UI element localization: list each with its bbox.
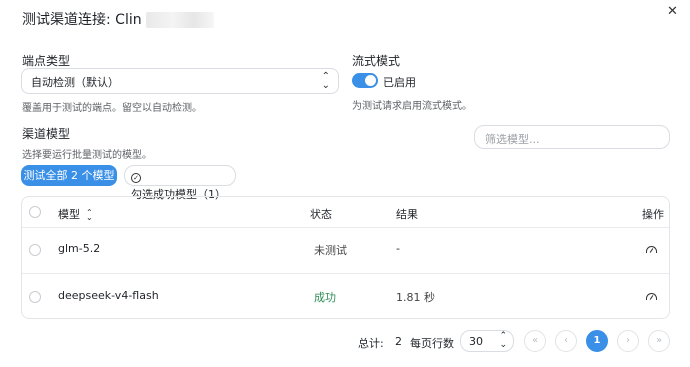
result-value: 1.81 秒: [396, 291, 435, 304]
model-name: deepseek-v4-flash: [58, 289, 159, 302]
endpoint-type-value: 自动检测（默认）: [31, 76, 119, 89]
table-row: deepseek-v4-flash 成功 1.81 秒: [22, 274, 669, 318]
select-chevron-icon: ⌃ ⌄: [321, 71, 330, 91]
rows-per-page-select[interactable]: 30 ⌃ ⌄: [460, 330, 514, 352]
column-header-result: 结果: [396, 208, 418, 221]
last-page-button[interactable]: »: [648, 330, 670, 352]
speed-test-icon[interactable]: [646, 246, 657, 253]
rows-per-page-label: 每页行数: [410, 337, 454, 350]
total-count: 2: [395, 335, 402, 348]
first-page-button[interactable]: «: [524, 330, 546, 352]
endpoint-type-label: 端点类型: [22, 54, 71, 68]
column-header-status: 状态: [310, 208, 332, 221]
next-page-button[interactable]: ›: [617, 330, 639, 352]
select-successful-models-button[interactable]: ✓勾选成功模型（1）: [124, 165, 236, 201]
dialog-title: 测试渠道连接: Clin: [22, 9, 214, 29]
stream-mode-toggle[interactable]: [352, 73, 378, 88]
row-select-checkbox[interactable]: [29, 244, 41, 256]
row-select-checkbox[interactable]: [29, 291, 41, 303]
model-name: glm-5.2: [58, 242, 101, 255]
status-badge: 成功: [314, 291, 336, 304]
prev-page-button[interactable]: ‹: [555, 330, 577, 352]
rows-per-page-value: 30: [469, 335, 483, 348]
models-table: 模型 ⌃ ⌄ 状态 结果 操作 glm-5.2 未测试 - deepseek-v4-…: [21, 196, 670, 319]
column-header-actions: 操作: [642, 208, 664, 221]
total-label: 总计:: [358, 337, 384, 350]
stream-mode-label: 流式模式: [352, 54, 401, 68]
test-all-models-button[interactable]: 测试全部 2 个模型: [21, 165, 117, 186]
sort-icon: ⌃ ⌄: [86, 208, 93, 222]
close-icon[interactable]: ✕: [667, 4, 678, 19]
channel-models-hint: 选择要运行批量测试的模型。: [22, 150, 152, 161]
page-number-button[interactable]: 1: [586, 330, 608, 352]
stream-mode-toggle-label: 已启用: [383, 76, 416, 89]
toggle-knob: [365, 75, 376, 86]
select-all-checkbox[interactable]: [29, 206, 41, 218]
filter-models-input[interactable]: 筛选模型...: [474, 125, 670, 149]
table-row: glm-5.2 未测试 -: [22, 227, 669, 274]
column-header-model-label: 模型: [58, 208, 80, 221]
status-badge: 未测试: [314, 244, 347, 257]
channel-models-label: 渠道模型: [22, 127, 71, 141]
endpoint-type-select[interactable]: 自动检测（默认） ⌃ ⌄: [21, 68, 339, 94]
stream-mode-hint: 为测试请求启用流式模式。: [352, 101, 472, 112]
column-header-model[interactable]: 模型 ⌃ ⌄: [58, 206, 93, 222]
table-header-row: 模型 ⌃ ⌄ 状态 结果 操作: [22, 197, 669, 228]
check-circle-icon: ✓: [131, 173, 141, 183]
select-chevron-icon: ⌃ ⌄: [499, 331, 507, 350]
result-value: -: [396, 242, 400, 255]
endpoint-type-hint: 覆盖用于测试的端点。留空以自动检测。: [22, 103, 202, 114]
redacted-title-part: [145, 12, 214, 28]
speed-test-icon[interactable]: [646, 293, 657, 300]
